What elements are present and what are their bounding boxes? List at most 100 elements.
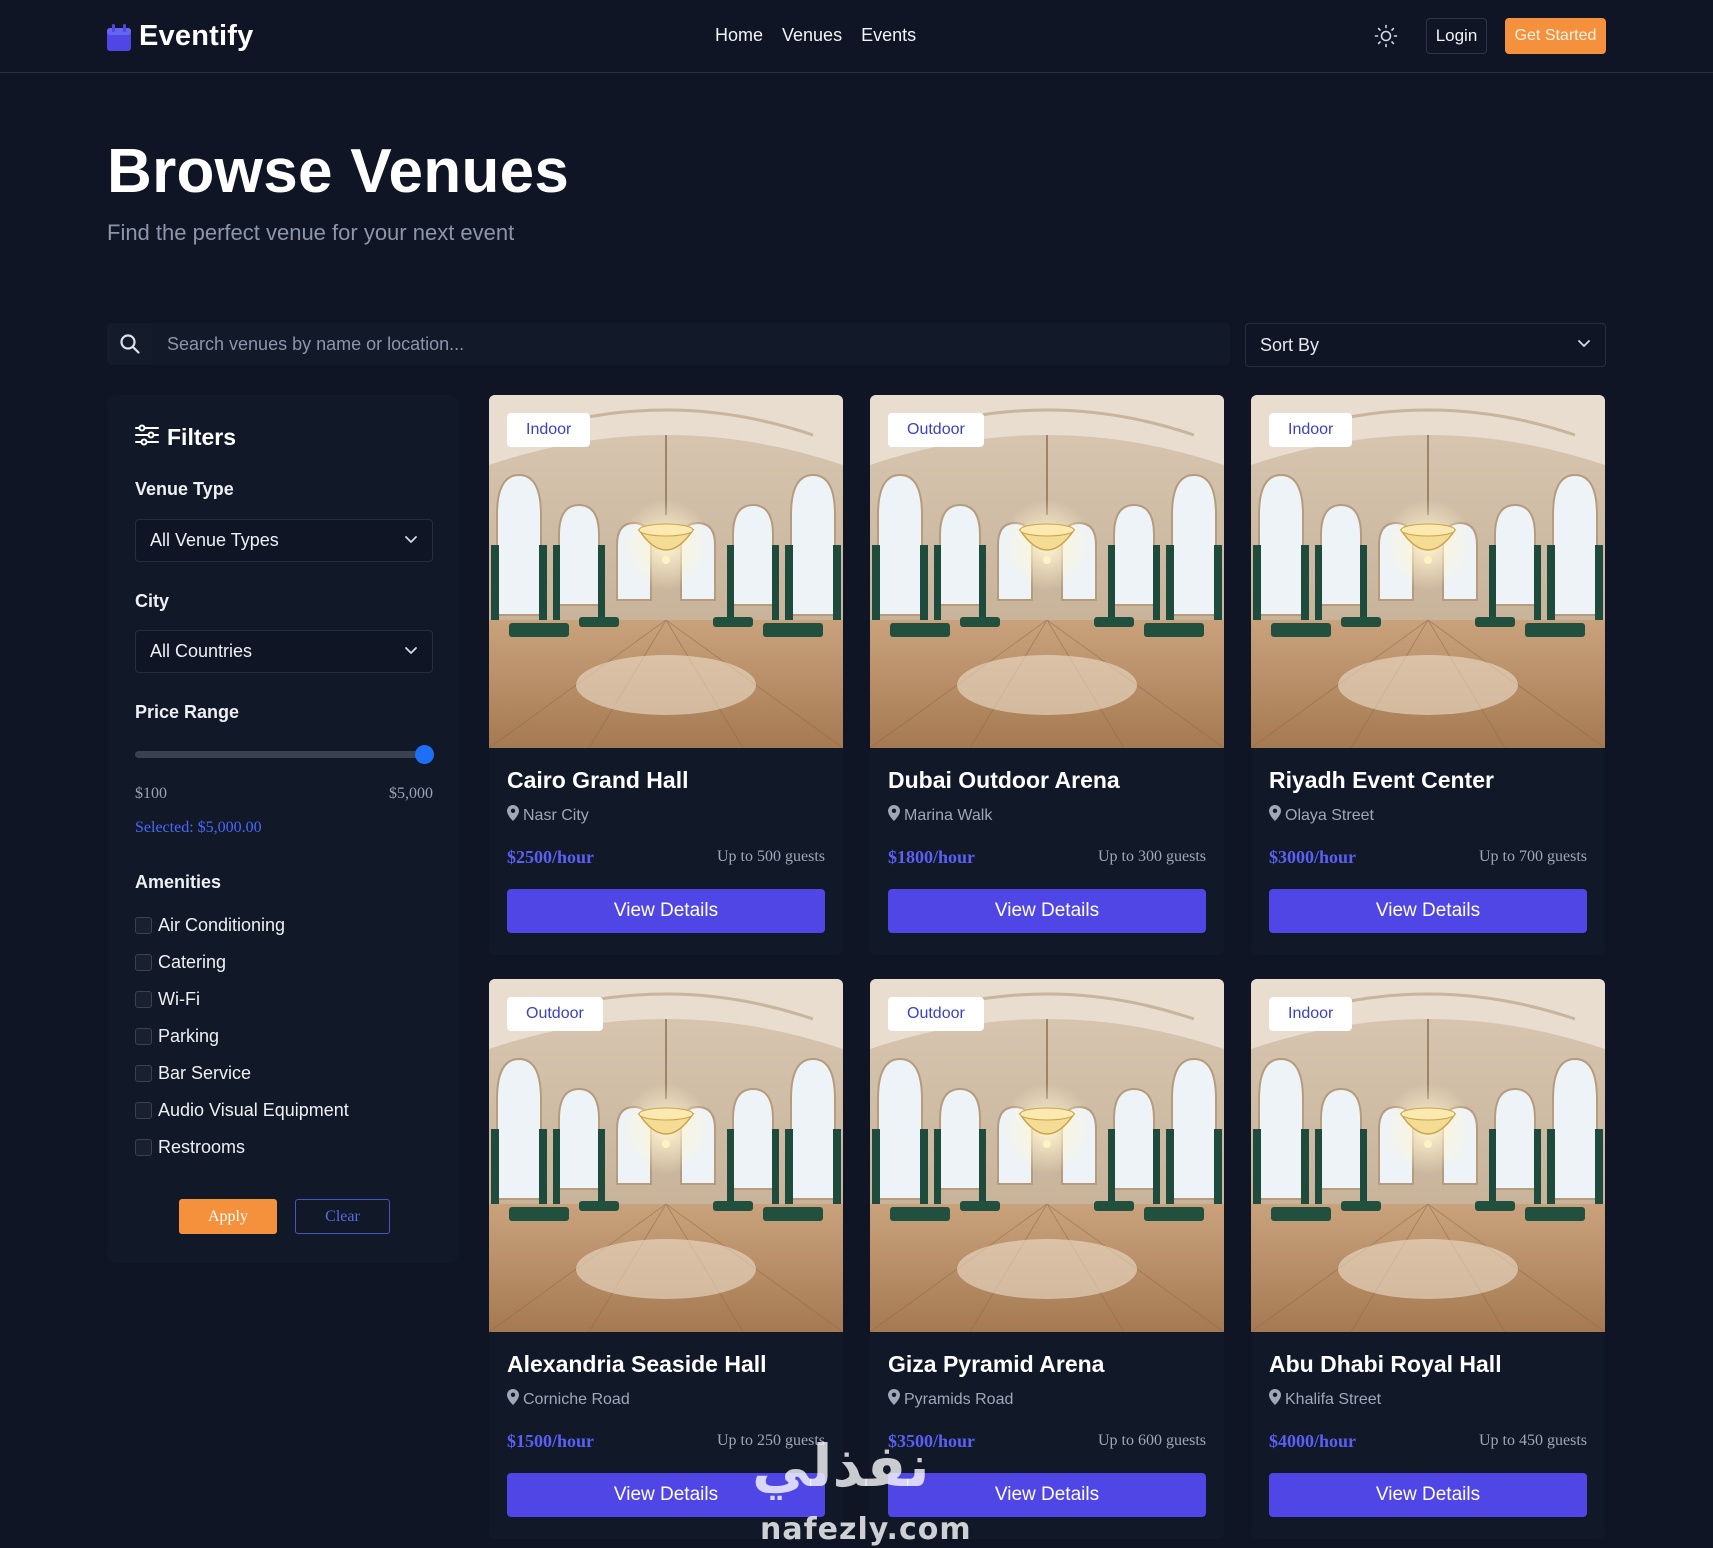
filters-header: Filters xyxy=(135,424,236,451)
checkbox[interactable] xyxy=(135,1102,152,1119)
price-range-label: Price Range xyxy=(135,702,240,722)
page-subtitle: Find the perfect venue for your next eve… xyxy=(107,220,515,245)
venue-location-text: Marina Walk xyxy=(904,806,993,824)
venue-capacity: Up to 500 guests xyxy=(717,848,825,865)
sliders-icon xyxy=(135,424,159,451)
search-bar xyxy=(107,323,1230,365)
chevron-down-icon xyxy=(404,643,418,661)
amenity-catering[interactable]: Catering xyxy=(135,952,226,973)
amenity-label: Air Conditioning xyxy=(158,915,286,935)
amenity-air-conditioning[interactable]: Air Conditioning xyxy=(135,915,285,936)
venue-name: Riyadh Event Center xyxy=(1269,767,1494,793)
venue-type-badge: Outdoor xyxy=(888,997,984,1031)
venue-price: $3000/hour xyxy=(1269,847,1357,867)
brand-logo[interactable]: Eventify xyxy=(107,20,253,53)
venue-type-value: All Venue Types xyxy=(150,530,279,550)
amenity-label: Catering xyxy=(158,952,227,972)
city-select[interactable]: All Countries xyxy=(135,630,433,673)
venue-capacity: Up to 300 guests xyxy=(1098,848,1206,865)
venue-card[interactable]: Outdoor Dubai Outdoor Arena Marina Walk … xyxy=(870,395,1224,955)
nav-events[interactable]: Events xyxy=(861,25,916,46)
checkbox[interactable] xyxy=(135,1065,152,1082)
amenity-label: Audio Visual Equipment xyxy=(158,1100,349,1120)
venue-price: $1500/hour xyxy=(507,1431,595,1451)
venue-type-badge: Outdoor xyxy=(507,997,603,1031)
venue-image[interactable] xyxy=(1251,395,1605,748)
venue-card[interactable]: Outdoor Giza Pyramid Arena Pyramids Road… xyxy=(870,979,1224,1539)
filters-title: Filters xyxy=(167,424,237,450)
nav-home[interactable]: Home xyxy=(715,25,763,46)
get-started-button[interactable]: Get Started xyxy=(1505,18,1606,54)
search-input[interactable] xyxy=(152,323,1230,365)
venue-location: Olaya Street xyxy=(1269,805,1374,826)
venue-card[interactable]: Indoor Cairo Grand Hall Nasr City $2500/… xyxy=(489,395,843,955)
view-details-button[interactable]: View Details xyxy=(1269,889,1587,933)
venue-capacity: Up to 600 guests xyxy=(1098,1432,1206,1449)
amenity-bar-service[interactable]: Bar Service xyxy=(135,1063,251,1084)
venue-name: Dubai Outdoor Arena xyxy=(888,767,1120,793)
view-details-button[interactable]: View Details xyxy=(1269,1473,1587,1517)
venue-location-text: Olaya Street xyxy=(1285,806,1374,824)
view-details-button[interactable]: View Details xyxy=(888,1473,1206,1517)
price-range-thumb[interactable] xyxy=(415,745,434,764)
price-range-track[interactable] xyxy=(135,751,425,758)
price-min: $100 xyxy=(135,785,167,802)
amenity-parking[interactable]: Parking xyxy=(135,1026,219,1047)
venue-name: Abu Dhabi Royal Hall xyxy=(1269,1351,1502,1377)
view-details-button[interactable]: View Details xyxy=(507,1473,825,1517)
sun-icon xyxy=(1374,24,1398,53)
amenity-label: Restrooms xyxy=(158,1137,246,1157)
login-button[interactable]: Login xyxy=(1426,18,1487,54)
map-pin-icon xyxy=(1269,805,1281,826)
venue-type-badge: Outdoor xyxy=(888,413,984,447)
venue-type-badge: Indoor xyxy=(1269,997,1353,1031)
venue-image[interactable] xyxy=(870,979,1224,1332)
amenity-label: Parking xyxy=(158,1026,220,1046)
amenity-restrooms[interactable]: Restrooms xyxy=(135,1137,245,1158)
venue-image[interactable] xyxy=(870,395,1224,748)
page-title: Browse Venues xyxy=(107,137,570,206)
venue-name: Alexandria Seaside Hall xyxy=(507,1351,767,1377)
amenity-wifi[interactable]: Wi-Fi xyxy=(135,989,200,1010)
venue-card[interactable]: Indoor Abu Dhabi Royal Hall Khalifa Stre… xyxy=(1251,979,1605,1539)
venue-price: $3500/hour xyxy=(888,1431,976,1451)
theme-toggle-button[interactable] xyxy=(1372,24,1400,52)
city-value: All Countries xyxy=(150,641,253,661)
view-details-button[interactable]: View Details xyxy=(888,889,1206,933)
checkbox[interactable] xyxy=(135,954,152,971)
venue-image[interactable] xyxy=(1251,979,1605,1332)
checkbox[interactable] xyxy=(135,917,152,934)
sort-select[interactable]: Sort By xyxy=(1245,323,1606,367)
venue-type-badge: Indoor xyxy=(1269,413,1353,447)
city-label: City xyxy=(135,591,170,611)
venue-card[interactable]: Outdoor Alexandria Seaside Hall Corniche… xyxy=(489,979,843,1539)
checkbox[interactable] xyxy=(135,1028,152,1045)
brand-name: Eventify xyxy=(139,20,254,52)
venue-capacity: Up to 450 guests xyxy=(1479,1432,1587,1449)
map-pin-icon xyxy=(888,805,900,826)
apply-filters-button[interactable]: Apply xyxy=(179,1199,277,1234)
main-nav: Home Venues Events xyxy=(715,25,916,46)
amenity-label: Wi-Fi xyxy=(158,989,200,1009)
venue-type-select[interactable]: All Venue Types xyxy=(135,519,433,562)
venue-location: Nasr City xyxy=(507,805,589,826)
view-details-button[interactable]: View Details xyxy=(507,889,825,933)
venue-location: Khalifa Street xyxy=(1269,1389,1381,1410)
amenity-audio-visual[interactable]: Audio Visual Equipment xyxy=(135,1100,349,1121)
nav-venues[interactable]: Venues xyxy=(782,25,842,46)
venue-image[interactable] xyxy=(489,395,843,748)
clear-filters-button[interactable]: Clear xyxy=(295,1199,390,1234)
checkbox[interactable] xyxy=(135,1139,152,1156)
venue-name: Cairo Grand Hall xyxy=(507,767,689,793)
venue-capacity: Up to 700 guests xyxy=(1479,848,1587,865)
map-pin-icon xyxy=(1269,1389,1281,1410)
navbar: Eventify Home Venues Events Login Get St… xyxy=(0,0,1713,73)
venue-location-text: Corniche Road xyxy=(523,1390,630,1408)
venue-location: Corniche Road xyxy=(507,1389,630,1410)
chevron-down-icon xyxy=(1577,336,1591,354)
amenities-label: Amenities xyxy=(135,872,222,892)
venue-image[interactable] xyxy=(489,979,843,1332)
search-icon xyxy=(107,323,152,365)
checkbox[interactable] xyxy=(135,991,152,1008)
venue-card[interactable]: Indoor Riyadh Event Center Olaya Street … xyxy=(1251,395,1605,955)
